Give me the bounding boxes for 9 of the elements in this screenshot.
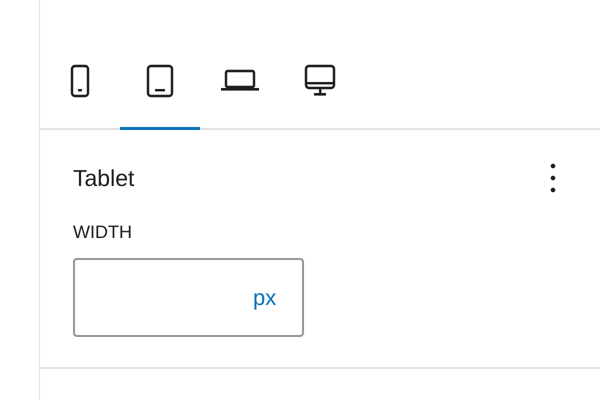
unit-label: px — [253, 284, 276, 310]
tablet-icon — [146, 64, 174, 98]
width-input[interactable]: px — [73, 258, 304, 337]
more-options-icon[interactable] — [550, 162, 556, 194]
phone-icon — [70, 64, 90, 98]
laptop-icon — [220, 69, 260, 93]
monitor-icon — [304, 64, 336, 98]
panel-title: Tablet — [73, 164, 134, 192]
width-label: WIDTH — [73, 222, 133, 243]
